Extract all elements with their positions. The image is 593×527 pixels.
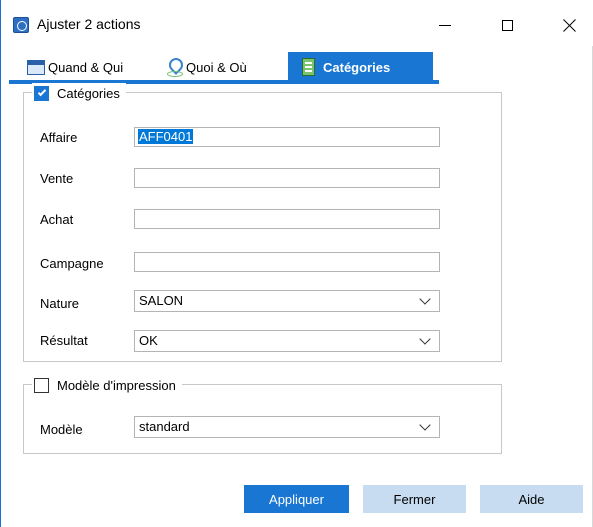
calendar-icon: [27, 59, 45, 75]
tab-quand-qui[interactable]: Quand & Qui: [27, 52, 123, 82]
vente-field[interactable]: [134, 168, 440, 188]
campagne-field[interactable]: [134, 252, 440, 272]
app-icon: [13, 17, 29, 33]
maximize-button[interactable]: [484, 8, 530, 42]
resultat-select[interactable]: OK: [134, 330, 440, 352]
resultat-value: OK: [139, 333, 158, 348]
maximize-icon: [501, 19, 513, 31]
print-model-checkbox[interactable]: [34, 377, 49, 393]
tab-label: Quoi & Où: [186, 59, 247, 75]
campagne-label: Campagne: [40, 256, 104, 271]
tab-label: Catégories: [323, 59, 391, 75]
print-model-legend: Modèle d'impression: [57, 377, 176, 393]
resultat-label: Résultat: [40, 333, 88, 348]
close-icon: [563, 19, 576, 32]
modele-label: Modèle: [40, 422, 83, 437]
modele-value: standard: [139, 419, 190, 434]
nature-label: Nature: [40, 296, 80, 311]
tab-categories[interactable]: Catégories: [288, 52, 433, 82]
categories-legend: Catégories: [57, 85, 120, 101]
achat-field[interactable]: [134, 209, 440, 229]
chevron-down-icon: [419, 419, 431, 431]
achat-label: Achat: [40, 212, 74, 227]
category-icon: [302, 58, 315, 76]
affaire-value: AFF0401: [138, 129, 194, 144]
minimize-icon: [439, 24, 451, 26]
affaire-label: Affaire: [40, 130, 78, 145]
categories-group-header: Catégories: [32, 83, 126, 103]
tab-label: Quand & Qui: [48, 59, 124, 75]
title-bar: Ajuster 2 actions: [1, 0, 593, 46]
vente-label: Vente: [40, 171, 74, 186]
modele-select[interactable]: standard: [134, 416, 440, 438]
apply-button[interactable]: Appliquer: [244, 485, 349, 513]
categories-checkbox[interactable]: [34, 85, 49, 101]
close-dialog-button[interactable]: Fermer: [363, 485, 466, 513]
tab-bar: Quand & Qui Quoi & Où Catégories: [23, 52, 443, 82]
minimize-button[interactable]: [422, 8, 468, 42]
help-button[interactable]: Aide: [480, 485, 583, 513]
tab-quoi-ou[interactable]: Quoi & Où: [166, 52, 247, 82]
chevron-down-icon: [419, 293, 431, 305]
print-model-group-header: Modèle d'impression: [32, 375, 182, 395]
affaire-field[interactable]: AFF0401: [134, 127, 440, 147]
nature-value: SALON: [139, 293, 184, 308]
chevron-down-icon: [419, 333, 431, 345]
nature-select[interactable]: SALON: [134, 290, 440, 312]
checkmark-icon: [37, 87, 46, 97]
window-title: Ajuster 2 actions: [37, 16, 141, 32]
close-button[interactable]: [546, 8, 592, 42]
dialog-window: Ajuster 2 actions Quand & Qui Quoi & Où …: [0, 0, 593, 527]
map-pin-icon: [166, 58, 183, 77]
